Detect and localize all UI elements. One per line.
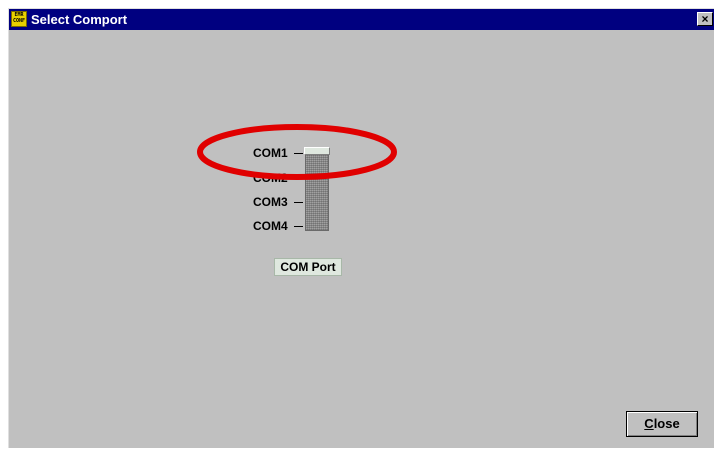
slider-label-com4: COM4: [253, 219, 288, 233]
emr-conf-icon: EMR CONF: [11, 11, 27, 27]
slider-tick-com1: [294, 153, 303, 154]
slider-tick-com3: [294, 202, 303, 203]
slider-label-com1: COM1: [253, 146, 288, 160]
close-icon[interactable]: ×: [697, 12, 713, 26]
com-port-caption: COM Port: [274, 258, 342, 276]
slider-label-com2: COM2: [253, 171, 288, 185]
com-port-slider-track[interactable]: [305, 150, 329, 231]
select-comport-window: EMR CONF Select Comport × COM1 COM2 COM3…: [8, 8, 714, 448]
close-button[interactable]: Close: [626, 411, 698, 437]
slider-tick-com4: [294, 226, 303, 227]
window-title: Select Comport: [31, 12, 128, 27]
com-port-slider-thumb[interactable]: [304, 147, 330, 155]
slider-tick-com2: [294, 178, 303, 179]
slider-label-com3: COM3: [253, 195, 288, 209]
title-bar[interactable]: EMR CONF Select Comport ×: [9, 9, 714, 30]
